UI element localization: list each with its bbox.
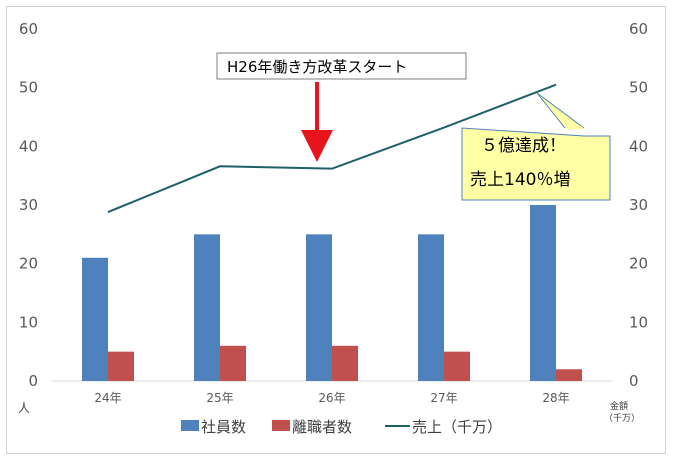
callout-line2: 売上140％増 bbox=[470, 170, 570, 190]
callout-pointer bbox=[536, 92, 585, 129]
left-tick-label: 20 bbox=[19, 255, 38, 273]
category-label: 24年 bbox=[94, 391, 121, 405]
bar-resignations bbox=[332, 345, 358, 381]
y2-axis-label-line2: （千万） bbox=[604, 413, 640, 424]
left-axis-ticks: 0 10 20 30 40 50 60 bbox=[19, 20, 38, 390]
category-label: 26年 bbox=[318, 391, 345, 405]
left-tick-label: 10 bbox=[19, 313, 38, 331]
right-tick-label: 20 bbox=[629, 255, 648, 273]
left-tick-label: 30 bbox=[19, 196, 38, 214]
left-tick-label: 0 bbox=[28, 372, 38, 390]
bar-employees bbox=[418, 234, 444, 381]
bar-employees bbox=[194, 234, 220, 381]
right-tick-label: 30 bbox=[629, 196, 648, 214]
legend-swatch-employees bbox=[181, 420, 199, 431]
bars-group bbox=[82, 205, 582, 381]
left-tick-label: 40 bbox=[19, 137, 38, 155]
y2-axis-label-line1: 金額 bbox=[610, 400, 628, 412]
right-tick-label: 50 bbox=[629, 79, 648, 97]
left-tick-label: 50 bbox=[19, 79, 38, 97]
category-label: 28年 bbox=[542, 391, 569, 405]
bar-resignations bbox=[108, 351, 134, 381]
sales-callout: ５億達成！ 売上140％増 bbox=[461, 92, 611, 201]
callout-line1: ５億達成！ bbox=[481, 136, 566, 156]
category-label: 27年 bbox=[430, 391, 457, 405]
y-axis-label: 人 bbox=[18, 401, 30, 415]
bar-resignations bbox=[444, 351, 470, 381]
bar-employees bbox=[82, 257, 108, 381]
right-tick-label: 40 bbox=[629, 137, 648, 155]
reform-annotation: H26年働き方改革スタート bbox=[216, 52, 467, 162]
category-labels: 24年 25年 26年 27年 28年 bbox=[94, 391, 569, 405]
legend-swatch-resignations bbox=[272, 420, 290, 431]
right-tick-label: 60 bbox=[629, 20, 648, 38]
right-tick-label: 10 bbox=[629, 313, 648, 331]
legend-label-sales: 売上（千万） bbox=[412, 418, 502, 436]
legend-label-resignations: 離職者数 bbox=[292, 418, 352, 436]
right-tick-label: 0 bbox=[629, 372, 639, 390]
reform-label: H26年働き方改革スタート bbox=[227, 58, 407, 76]
category-label: 25年 bbox=[206, 391, 233, 405]
bar-resignations bbox=[556, 369, 582, 381]
legend: 社員数 離職者数 売上（千万） bbox=[181, 418, 502, 436]
bar-employees bbox=[530, 205, 556, 381]
bar-resignations bbox=[220, 345, 246, 381]
chart: 0 10 20 30 40 50 60 0 10 20 30 40 50 60 24年 25年 26年 27年… bbox=[18, 20, 648, 436]
legend-label-employees: 社員数 bbox=[201, 418, 246, 436]
left-tick-label: 60 bbox=[19, 20, 38, 38]
right-axis-ticks: 0 10 20 30 40 50 60 bbox=[629, 20, 648, 390]
bar-employees bbox=[306, 234, 332, 381]
